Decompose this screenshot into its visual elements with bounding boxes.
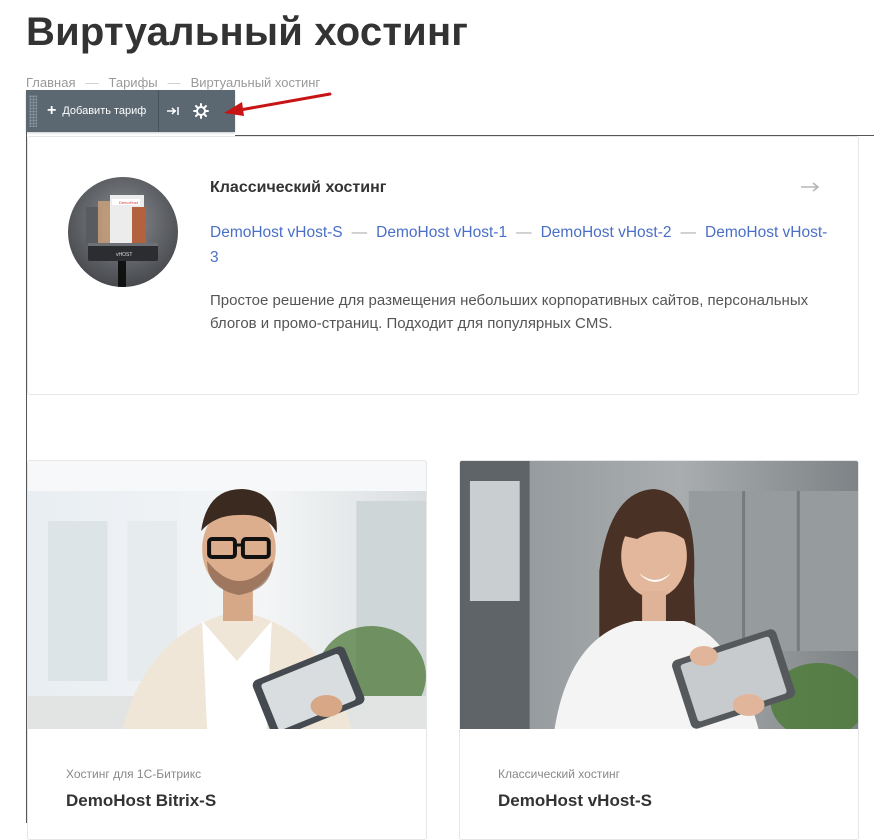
page-title: Виртуальный хостинг	[26, 10, 469, 54]
link-separator: —	[351, 224, 368, 241]
tariff-name[interactable]: DemoHost Bitrix-S	[66, 791, 216, 811]
featured-tariff-card[interactable]: DemoHost vHOST Классический хостинг Demo…	[27, 136, 859, 395]
tariff-name[interactable]: DemoHost vHost-S	[498, 791, 652, 811]
featured-tariff-links: DemoHost vHost-S — DemoHost vHost-1 — DemoHo…	[210, 220, 830, 270]
breadcrumb-tariffs[interactable]: Тарифы	[108, 75, 157, 90]
link-separator: —	[516, 224, 532, 241]
add-tariff-label: Добавить тариф	[62, 105, 147, 117]
featured-tariff-description: Простое решение для размещения небольших…	[210, 292, 809, 332]
add-tariff-button[interactable]: + Добавить тариф	[37, 90, 158, 132]
svg-text:vHOST: vHOST	[116, 252, 132, 258]
pin-icon	[167, 107, 180, 115]
tariff-link[interactable]: DemoHost vHost-2	[541, 224, 672, 241]
featured-tariff-image: DemoHost vHOST	[68, 177, 178, 287]
breadcrumb-separator: —	[85, 75, 99, 90]
plus-icon: +	[47, 102, 57, 119]
svg-text:DemoHost: DemoHost	[119, 200, 139, 205]
drag-handle[interactable]	[29, 95, 37, 127]
link-separator: —	[680, 224, 697, 241]
settings-button[interactable]	[187, 90, 215, 132]
admin-toolbar: + Добавить тариф	[26, 90, 235, 132]
pin-button[interactable]	[159, 90, 187, 132]
tariff-link[interactable]: DemoHost vHost-S	[210, 224, 343, 241]
tariff-category: Хостинг для 1С-Битрикс	[66, 767, 202, 781]
breadcrumb: Главная — Тарифы — Виртуальный хостинг	[26, 75, 320, 90]
tariff-category: Классический хостинг	[498, 767, 621, 781]
tariff-card[interactable]: Классический хостинг DemoHost vHost-S	[459, 460, 859, 840]
breadcrumb-home[interactable]: Главная	[26, 75, 75, 90]
annotation-arrow	[224, 92, 332, 116]
tariff-card[interactable]: Хостинг для 1С-Битрикс DemoHost Bitrix-S	[27, 460, 427, 840]
tariff-photo	[460, 461, 858, 729]
featured-tariff-title[interactable]: Классический хостинг	[210, 179, 386, 197]
arrow-right-icon[interactable]	[800, 179, 820, 197]
gear-icon	[193, 103, 210, 119]
breadcrumb-separator: —	[167, 75, 181, 90]
breadcrumb-current: Виртуальный хостинг	[190, 75, 321, 90]
tariff-photo	[28, 461, 426, 729]
tariff-link[interactable]: DemoHost vHost-1	[376, 224, 507, 241]
